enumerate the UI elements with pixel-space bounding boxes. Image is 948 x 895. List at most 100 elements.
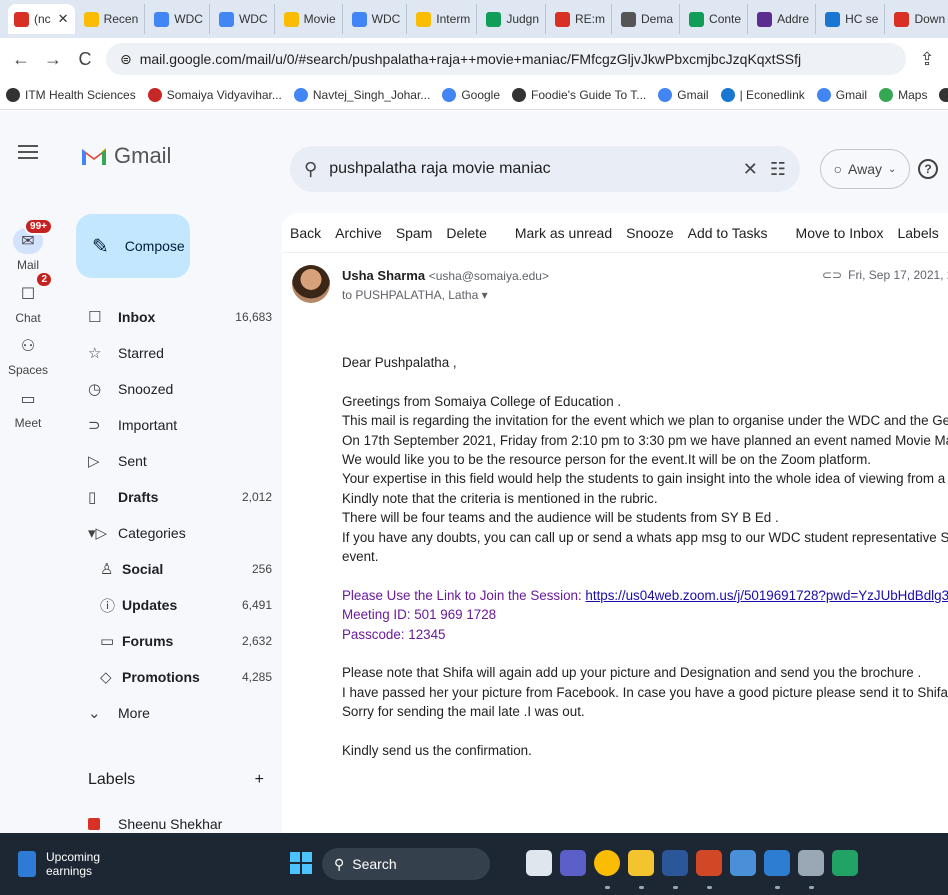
browser-tab[interactable]: HC se [819,4,886,34]
labels-header: Labels + [88,771,264,789]
toolbar-mark-as-unread-button[interactable]: Mark as unread [515,225,612,241]
rail-item-meet[interactable]: ▭ Meet [0,386,56,430]
add-label-icon[interactable]: + [255,771,264,789]
bookmark-item[interactable]: Google [442,87,500,102]
browser-tab[interactable]: Down [888,4,948,34]
rail-item-spaces[interactable]: ⚇ Spaces [0,333,56,377]
taskbar-search[interactable]: ⚲ Search [322,848,490,880]
toolbar-spam-button[interactable]: Spam [396,225,433,241]
browser-tab[interactable]: Addre [751,4,817,34]
toolbar-labels-button[interactable]: Labels [897,225,938,241]
compose-button[interactable]: ✎ Compose [76,214,190,278]
toolbar-archive-button[interactable]: Archive [335,225,382,241]
browser-tab[interactable]: RE:m [549,4,613,34]
share-icon[interactable]: ⇪ [916,49,938,70]
main-menu-icon[interactable] [16,141,40,165]
browser-tab[interactable]: Interm [410,4,478,34]
word-icon[interactable] [662,850,688,876]
close-tab-icon[interactable]: ✕ [58,11,69,27]
nav-item-promotions[interactable]: ◇ Promotions 4,285 [76,659,272,695]
zoom-meeting-link[interactable]: https://us04web.zoom.us/j/5019691728?pwd… [585,588,948,603]
toolbar-back-button[interactable]: Back [290,225,321,241]
browser-tab[interactable]: Conte [683,4,749,34]
bookmark-item[interactable]: Navtej_Singh_Johar... [293,87,430,102]
toolbar-delete-button[interactable]: Delete [446,225,486,241]
browser-tab[interactable]: Movie [278,4,343,34]
browser-tab[interactable]: WDC [346,4,408,34]
sender-name[interactable]: Usha Sharma <usha@somaiya.edu> [342,268,549,283]
bookmark-item[interactable]: Gmail [816,87,868,102]
back-arrow-icon[interactable]: ← [10,49,32,70]
body-text: Greetings from Somaiya College of Educat… [342,393,622,409]
site-info-icon[interactable]: ⊜ [120,51,132,68]
help-icon[interactable]: ? [918,159,938,179]
file-explorer-icon[interactable] [628,850,654,876]
powerpoint-icon[interactable] [696,850,722,876]
nav-label: Drafts [118,489,159,505]
nav-item-snoozed[interactable]: ◷ Snoozed [76,371,272,407]
bookmark-item[interactable]: Gmail [658,87,709,102]
address-bar[interactable]: ⊜ mail.google.com/mail/u/0/#search/pushp… [106,43,906,75]
browser-tab[interactable]: Recen [78,4,146,34]
search-options-icon[interactable]: ☷ [770,159,786,180]
nav-item-forums[interactable]: ▭ Forums 2,632 [76,623,272,659]
settings-icon[interactable] [798,850,824,876]
label-item[interactable]: Sheenu Shekhar [88,816,222,832]
excel-icon[interactable] [832,850,858,876]
chart-widget-icon [18,851,36,877]
browser-tab[interactable]: WDC [148,4,210,34]
nav-label: Sent [118,453,147,469]
search-input[interactable]: pushpalatha raja movie maniac [329,160,731,178]
nav-item-updates[interactable]: ⓘ Updates 6,491 [76,587,272,623]
bookmark-item[interactable]: | Econedlink [720,87,805,102]
recipients-line[interactable]: to PUSHPALATHA, Latha ▾ [342,288,488,302]
nav-item-starred[interactable]: ☆ Starred [76,335,272,371]
bookmark-label: Gmail [835,87,868,102]
bookmark-item[interactable]: Somaiya Vidyavihar... [147,87,282,102]
body-line: Meeting ID: 501 969 1728 [342,605,948,624]
browser-tab[interactable]: Dema [615,4,681,34]
chrome-icon[interactable] [594,850,620,876]
toolbar-move-to-inbox-button[interactable]: Move to Inbox [796,225,884,241]
bookmark-item[interactable]: Login [939,87,948,102]
toolbar-add-to-tasks-button[interactable]: Add to Tasks [688,225,768,241]
nav-item-inbox[interactable]: ☐ Inbox 16,683 [76,299,272,335]
body-line: If you have any doubts, you can call up … [342,528,948,547]
toolbar-snooze-button[interactable]: Snooze [626,225,673,241]
notepad-icon[interactable] [730,850,756,876]
search-bar[interactable]: ⚲ pushpalatha raja movie maniac ✕ ☷ [290,146,800,192]
start-menu-icon[interactable] [290,852,312,874]
tab-title: (nc [34,12,51,26]
nav-item-sent[interactable]: ▷ Sent [76,443,272,479]
task-view-icon[interactable] [526,850,552,876]
meet-icon[interactable] [560,850,586,876]
browser-tab[interactable]: Judgn [480,4,547,34]
body-line: Dear Pushpalatha , [342,353,948,372]
nav-item-categories[interactable]: ▾▷ Categories [76,515,272,551]
bookmark-item[interactable]: ITM Health Sciences [6,87,136,102]
body-line: On 17th September 2021, Friday from 2:10… [342,431,948,450]
nav-item-drafts[interactable]: ▯ Drafts 2,012 [76,479,272,515]
news-widget[interactable]: Upcoming earnings [0,850,100,878]
forward-arrow-icon[interactable]: → [42,49,64,70]
tab-title: WDC [238,12,268,26]
caret-down-icon[interactable]: ▾ [482,288,488,302]
reload-icon[interactable]: C [74,49,96,70]
sender-avatar[interactable] [292,265,330,303]
status-dropdown[interactable]: ○ Away ⌄ [820,149,910,189]
browser-tab[interactable]: WDC [213,4,275,34]
browser-tab[interactable]: (nc ✕ [8,4,75,34]
tab-favicon-icon [825,11,841,27]
nav-label: Starred [118,345,164,361]
bookmark-item[interactable]: Foodie's Guide To T... [512,87,646,102]
clear-search-icon[interactable]: ✕ [743,159,758,180]
gmail-logo[interactable]: Gmail [80,143,171,169]
search-icon[interactable]: ⚲ [304,159,317,180]
nav-item-more[interactable]: ⌄ More [76,695,272,731]
nav-item-important[interactable]: ⊃ Important [76,407,272,443]
nav-item-social[interactable]: ♙ Social 256 [76,551,272,587]
rail-item-chat[interactable]: ☐ 2 Chat [0,271,56,325]
bookmark-item[interactable]: Maps [879,87,927,102]
photos-icon[interactable] [764,850,790,876]
rail-item-mail[interactable]: ✉ 99+ Mail [0,218,56,272]
